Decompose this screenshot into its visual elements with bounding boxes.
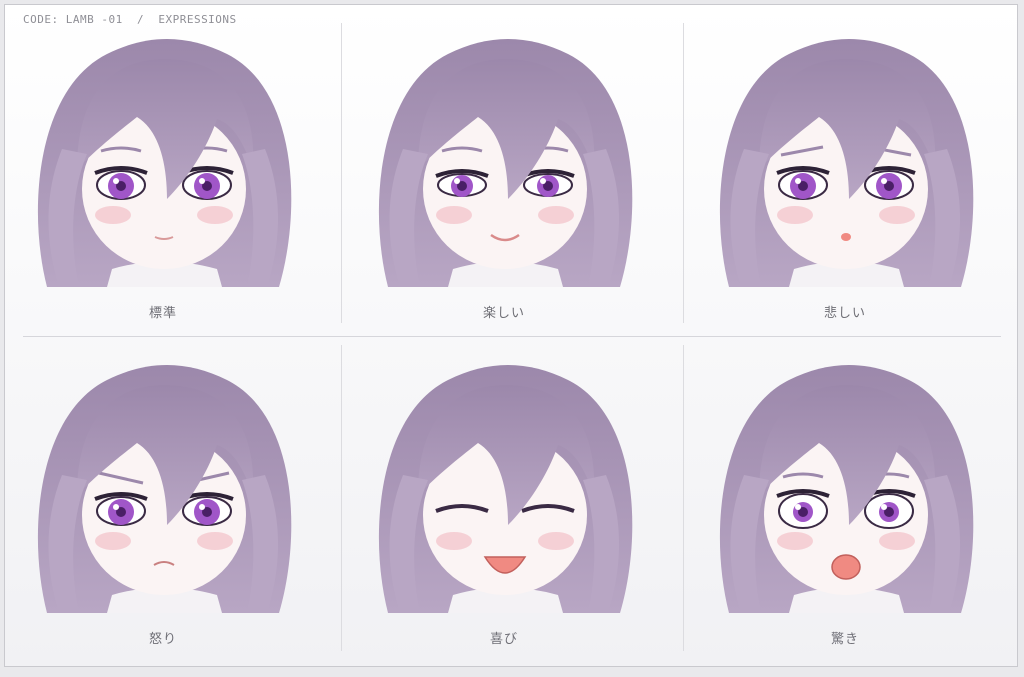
portrait-neutral bbox=[37, 39, 292, 287]
mouth bbox=[841, 233, 851, 241]
eye-highlight-left bbox=[113, 504, 119, 510]
blush-left bbox=[95, 532, 131, 550]
portrait-sad bbox=[719, 39, 974, 287]
blush-right bbox=[879, 206, 915, 224]
expression-cell-joy: 喜び bbox=[358, 355, 650, 677]
blush-left bbox=[436, 206, 472, 224]
expression-label: 悲しい bbox=[823, 306, 866, 321]
eye-highlight-right bbox=[881, 504, 887, 510]
blush-right bbox=[538, 206, 574, 224]
blush-right bbox=[197, 206, 233, 224]
sheet-code-label: CODE: LAMB -01 / EXPRESSIONS bbox=[23, 13, 237, 26]
portrait-surprised bbox=[719, 365, 974, 613]
portrait-joy bbox=[378, 365, 633, 613]
eye-highlight-left bbox=[795, 504, 801, 510]
expression-label: 怒り bbox=[148, 632, 177, 647]
eye-highlight-left bbox=[454, 178, 460, 184]
eye-highlight-right bbox=[881, 178, 887, 184]
blush-right bbox=[538, 532, 574, 550]
expression-label: 標準 bbox=[148, 306, 177, 321]
blush-right bbox=[197, 532, 233, 550]
portrait-angry bbox=[37, 365, 292, 613]
expression-cell-happy: 楽しい bbox=[358, 29, 650, 351]
grid-divider bbox=[341, 345, 342, 651]
grid-divider bbox=[341, 23, 342, 323]
expression-cell-angry: 怒り bbox=[17, 355, 309, 677]
expression-sheet: CODE: LAMB -01 / EXPRESSIONS 標準 楽しい 悲しい … bbox=[4, 4, 1018, 667]
blush-left bbox=[95, 206, 131, 224]
expression-label: 喜び bbox=[489, 632, 518, 647]
eye-highlight-left bbox=[795, 178, 801, 184]
mouth bbox=[831, 554, 861, 580]
expression-cell-surprised: 驚き bbox=[699, 355, 991, 677]
grid-divider bbox=[683, 345, 684, 651]
expression-cell-neutral: 標準 bbox=[17, 29, 309, 351]
expression-label: 楽しい bbox=[482, 306, 525, 321]
blush-right bbox=[879, 532, 915, 550]
eye-highlight-right bbox=[540, 178, 546, 184]
portrait-happy bbox=[378, 39, 633, 287]
blush-left bbox=[777, 532, 813, 550]
eye-highlight-right bbox=[199, 504, 205, 510]
expression-cell-sad: 悲しい bbox=[699, 29, 991, 351]
blush-left bbox=[777, 206, 813, 224]
grid-divider bbox=[683, 23, 684, 323]
eye-highlight-right bbox=[199, 178, 205, 184]
blush-left bbox=[436, 532, 472, 550]
expression-label: 驚き bbox=[830, 632, 859, 647]
eye-highlight-left bbox=[113, 178, 119, 184]
